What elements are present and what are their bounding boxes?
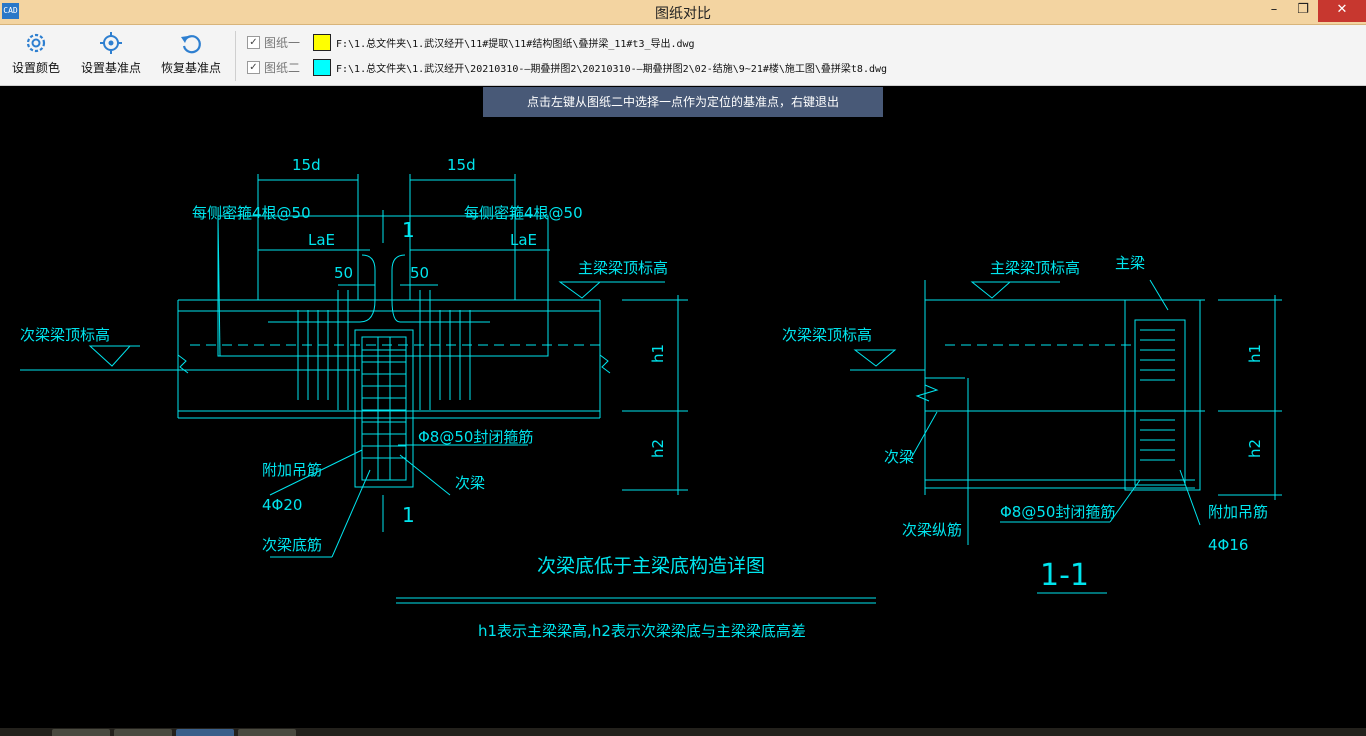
dim-15d-right: 15d <box>447 156 476 174</box>
taskbar-app-2[interactable] <box>114 729 172 736</box>
hanger-spec-left: 4Φ20 <box>262 496 302 514</box>
h1-dim-right: h1 <box>1246 344 1264 363</box>
crosshair-icon <box>100 32 122 54</box>
section-1-1-label: 1-1 <box>1040 558 1089 593</box>
secondary-long-bar-label: 次梁纵筋 <box>902 521 962 539</box>
set-base-point-button[interactable]: 设置基准点 <box>78 31 144 81</box>
title-bar: CAD 图纸对比 – ❐ ✕ <box>0 0 1366 25</box>
closed-stirrup-label-right: Φ8@50封闭箍筋 <box>1000 503 1115 521</box>
hanger-label-left: 附加吊筋 <box>262 461 322 479</box>
lae-left-label: LaE <box>308 231 335 249</box>
h2-dim-right: h2 <box>1246 439 1264 458</box>
d50-left-label: 50 <box>334 264 353 282</box>
maximize-button[interactable]: ❐ <box>1290 0 1316 22</box>
left-detail-geometry <box>20 174 876 604</box>
drawing-annotations: 15d 15d 每侧密箍4根@50 每侧密箍4根@50 LaE LaE 50 5… <box>20 156 1268 640</box>
taskbar-app-4[interactable] <box>238 729 296 736</box>
close-button[interactable]: ✕ <box>1318 0 1366 22</box>
hanger-label-right: 附加吊筋 <box>1208 503 1268 521</box>
lae-right-label: LaE <box>510 231 537 249</box>
taskbar-app-3[interactable] <box>176 729 234 736</box>
main-beam-label: 主梁 <box>1115 254 1145 272</box>
d50-right-label: 50 <box>410 264 429 282</box>
set-color-button[interactable]: 设置颜色 <box>8 31 64 81</box>
minimize-button[interactable]: – <box>1262 0 1286 22</box>
detail-note: h1表示主梁梁高,h2表示次梁梁底与主梁梁底高差 <box>478 622 806 640</box>
undo-icon <box>181 35 201 54</box>
secondary-beam-label-left: 次梁 <box>455 474 485 492</box>
drawing-2-path: F:\1.总文件夹\1.武汉经开\20210310-—期叠拼图2\2021031… <box>336 64 888 75</box>
set-base-point-label: 设置基准点 <box>80 61 141 75</box>
secondary-top-elevation-label-right: 次梁梁顶标高 <box>782 326 872 344</box>
drawing-1-color-swatch[interactable] <box>313 34 331 51</box>
secondary-bottom-bar-label: 次梁底筋 <box>262 536 322 554</box>
toolbar-separator <box>235 31 236 81</box>
h1-dim-left: h1 <box>649 344 667 363</box>
drawing-1-checkbox[interactable]: ✓ <box>247 36 260 49</box>
dim-15d-left: 15d <box>292 156 321 174</box>
h2-dim-left: h2 <box>649 439 667 458</box>
instruction-hint: 点击左键从图纸二中选择一点作为定位的基准点，右键退出 <box>483 87 883 117</box>
stirrups-right-label: 每侧密箍4根@50 <box>464 204 583 222</box>
drawing-2-color-swatch[interactable] <box>313 59 331 76</box>
drawing-canvas[interactable]: 15d 15d 每侧密箍4根@50 每侧密箍4根@50 LaE LaE 50 5… <box>0 86 1366 728</box>
toolbar: 设置颜色 设置基准点 恢复基准点 ✓ 图纸一 F:\1.总文件夹\1.武汉经开\… <box>0 25 1366 86</box>
secondary-beam-label-right: 次梁 <box>884 448 914 466</box>
section-mark-bottom: 1 <box>402 503 415 527</box>
restore-base-point-button[interactable]: 恢复基准点 <box>158 31 224 81</box>
gear-icon <box>26 33 46 53</box>
hanger-spec-right: 4Φ16 <box>1208 536 1248 554</box>
stirrups-left-label: 每侧密箍4根@50 <box>192 204 311 222</box>
main-top-elevation-label-right: 主梁梁顶标高 <box>990 259 1080 277</box>
window-title: 图纸对比 <box>655 6 711 22</box>
main-top-elevation-label: 主梁梁顶标高 <box>578 259 668 277</box>
secondary-top-elevation-label: 次梁梁顶标高 <box>20 326 110 344</box>
drawing-1-path: F:\1.总文件夹\1.武汉经开\11#提取\11#结构图纸\叠拼梁_11#t3… <box>336 39 695 50</box>
drawing-1-label: 图纸一 <box>264 36 301 50</box>
set-color-label: 设置颜色 <box>11 61 60 75</box>
closed-stirrup-label-left: Φ8@50封闭箍筋 <box>418 428 533 446</box>
detail-title: 次梁底低于主梁底构造详图 <box>537 555 765 577</box>
section-mark-top: 1 <box>402 218 415 242</box>
drawing-2-checkbox[interactable]: ✓ <box>247 61 260 74</box>
drawing-2-label: 图纸二 <box>264 61 301 75</box>
restore-base-point-label: 恢复基准点 <box>160 61 221 75</box>
taskbar-app-1[interactable] <box>52 729 110 736</box>
